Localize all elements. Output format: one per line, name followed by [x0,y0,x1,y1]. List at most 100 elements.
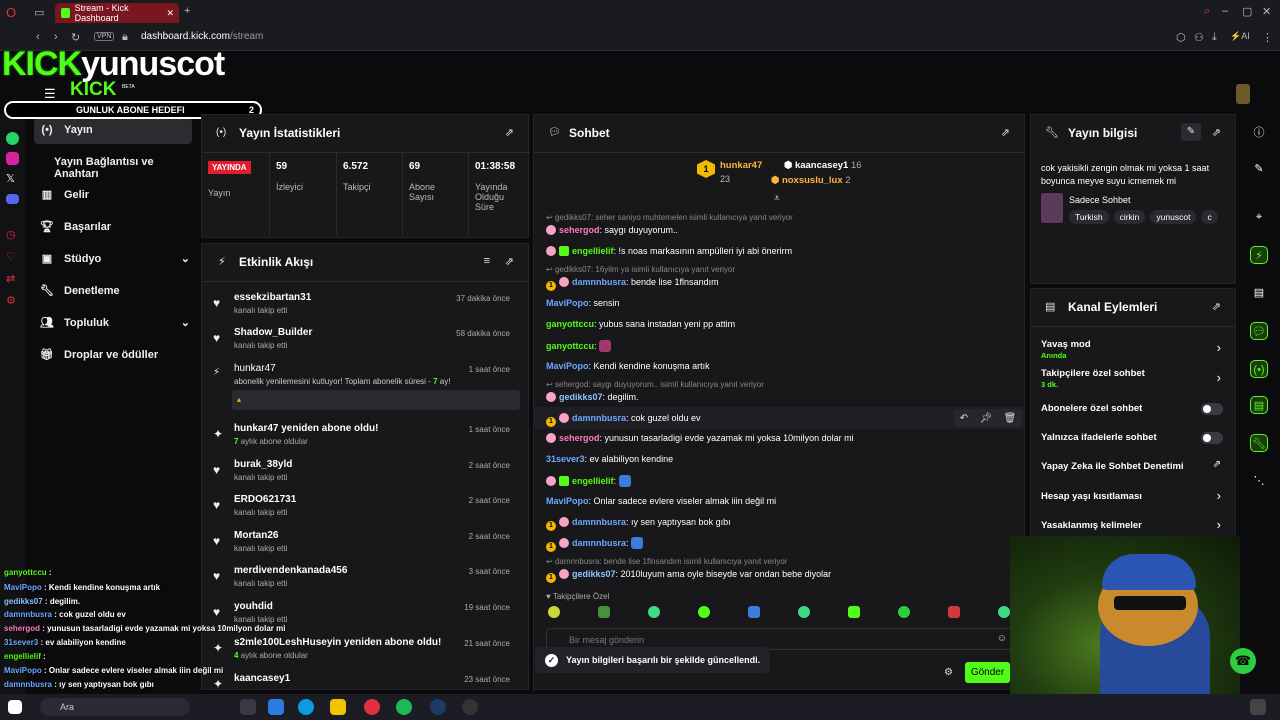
action-banned-words[interactable]: Yasaklanmış kelimeler [1041,520,1142,531]
download-icon[interactable]: ⤓ [1212,31,1217,44]
sidebar-item-gelir[interactable]: ▥ Gelir [40,188,89,202]
pinboard-icon[interactable]: ⇄ [6,272,15,285]
support-chat-icon[interactable]: ☎ [1230,648,1256,674]
popout-icon[interactable]: ⇗ [1212,126,1221,139]
tab-close-icon[interactable]: ✕ [166,8,174,19]
emote-icon[interactable] [548,606,560,618]
mail-icon[interactable] [268,699,284,715]
chat-message[interactable]: 1 damnnbusra: [546,537,644,552]
obs-icon[interactable] [462,699,478,715]
emote-icon[interactable] [598,606,610,618]
action-followers-only[interactable]: Takipçilere özel sohbet 3 dk. [1041,368,1145,389]
chevron-right-icon[interactable]: › [1217,517,1221,532]
chat-message[interactable]: engellielif: !s noas markasının ampüller… [546,246,792,256]
steam-icon[interactable] [430,699,446,715]
action-slow-mode[interactable]: Yavaş mod Anında [1041,339,1091,360]
popout-icon[interactable]: ⇗ [505,126,514,139]
tag[interactable]: cirkin [1113,210,1146,224]
opera-logo-icon[interactable]: O [6,5,16,20]
task-view-icon[interactable] [240,699,256,715]
whatsapp-icon[interactable] [6,132,19,145]
forward-icon[interactable]: › [54,31,58,43]
instagram-icon[interactable] [6,152,19,165]
chat-message[interactable]: MaviPopo: Kendi kendine konuşma artık [546,361,710,371]
actions-icon[interactable]: ▤ [1250,396,1268,414]
tag[interactable]: yunuscot [1150,210,1197,224]
avatar[interactable] [1236,84,1250,104]
popout-icon[interactable]: ⇗ [505,255,514,268]
vpn-badge[interactable]: VPN [94,32,115,41]
reply-icon[interactable]: ↶ [960,413,968,424]
chat-message[interactable]: sehergod: saygı duyuyorum.. [546,225,678,235]
tab-kick-dashboard[interactable]: Stream - Kick Dashboard ✕ [55,3,179,23]
chat-message[interactable]: ganyottccu: [546,340,612,352]
notes-icon[interactable]: ▤ [1250,284,1268,302]
popout-icon[interactable]: ⇗ [1001,126,1010,139]
leader-first[interactable]: hunkar47 [720,160,762,171]
ai-button[interactable]: ⚡AI [1230,31,1250,42]
back-icon[interactable]: ‹ [36,31,40,43]
info-icon[interactable]: ⓘ [1250,124,1268,142]
emote-icon[interactable] [648,606,660,618]
emoji-icon[interactable]: ☺ [997,633,1007,644]
notifications-icon[interactable] [1250,699,1266,715]
new-tab-icon[interactable]: + [184,5,190,17]
emote-icon[interactable] [698,606,710,618]
search-tabs-icon[interactable]: ⌕ [1204,5,1210,18]
spotify-icon[interactable] [396,699,412,715]
edit-icon[interactable]: ✎ [1250,160,1268,178]
sidebar-item-topluluk[interactable]: 👥︎ Topluluk ⌄ [40,316,190,330]
tag[interactable]: Turkish [1069,210,1109,224]
emote-icon[interactable] [798,606,810,618]
profile-icon[interactable]: ⚇ [1194,31,1204,44]
sidebar-item-stream-key[interactable]: Yayın Bağlantısı ve Anahtarı [54,156,198,180]
chevron-right-icon[interactable]: › [1217,488,1221,503]
chat-message[interactable]: MaviPopo: Onlar sadece evlere viseler al… [546,496,776,506]
reload-icon[interactable]: ↻ [71,31,80,44]
filter-icon[interactable]: ≡ [484,255,490,267]
minimize-icon[interactable]: – [1222,5,1228,17]
menu-icon[interactable]: ⋮ [1262,31,1273,44]
emote-icon[interactable] [898,606,910,618]
pin-icon[interactable]: 📌︎ [979,413,992,424]
chevron-right-icon[interactable]: › [1217,370,1221,385]
popout-icon[interactable]: ⇗ [1212,300,1221,313]
settings-icon[interactable]: ⚙ [6,294,16,307]
bolt-icon[interactable]: ⚡︎ [1250,246,1268,264]
external-link-icon[interactable]: ⇗ [1213,459,1221,470]
extensions-icon[interactable]: ⬡ [1176,31,1186,44]
tag[interactable]: c [1201,210,1218,224]
subs-only-toggle[interactable] [1201,403,1223,415]
opera-icon[interactable] [364,699,380,715]
share-icon[interactable]: ⋱ [1250,472,1268,490]
chat-message-hovered[interactable]: 1 damnnbusra: cok guzel oldu ev ↶ 📌︎ 🗑︎ [534,407,1024,429]
emote-icon[interactable] [748,606,760,618]
chevron-right-icon[interactable]: › [1217,340,1221,355]
sidebar-item-basarilar[interactable]: 🏆︎ Başarılar [40,220,111,234]
list-item[interactable]: ⚡︎ hunkar47 abonelik yenilemesini kutluyor… [202,363,522,413]
windows-start-icon[interactable] [8,700,22,714]
chat-message[interactable]: 31sever3: ev alabiliyon kendine [546,454,673,464]
hamburger-icon[interactable]: ☰ [44,86,56,102]
chat-message[interactable]: 1 damnnbusra: bende lise 1flnsandım [546,277,719,291]
history-icon[interactable]: ◷ [6,228,16,241]
action-account-age[interactable]: Hesap yaşı kısıtlaması [1041,491,1142,502]
capture-icon[interactable]: ⌖ [1250,208,1268,226]
sidebar-item-denetleme[interactable]: 🔧︎ Denetleme [40,284,120,298]
chat-message[interactable]: engellielif: [546,475,631,487]
leader-second[interactable]: ⬢ kaancasey1 16 [784,160,862,171]
send-button[interactable]: Gönder [965,662,1010,683]
edit-icon[interactable]: ✎ [1181,123,1201,141]
edge-icon[interactable] [298,699,314,715]
taskbar-search[interactable]: Ara [40,698,190,716]
url-field[interactable]: dashboard.kick.com/stream [141,31,263,42]
chat-message[interactable]: gedikks07: degilim. [546,392,639,402]
workspaces-icon[interactable]: ▭ [34,6,44,19]
sidebar-item-studyo[interactable]: ▣ Stüdyo ⌄ [40,252,190,266]
delete-icon[interactable]: 🗑︎ [1004,413,1017,424]
emote-icon[interactable] [848,606,860,618]
chat-bubble-icon[interactable]: 💬︎ [1250,322,1268,340]
action-ai-moderation[interactable]: Yapay Zeka ile Sohbet Denetimi [1041,461,1184,472]
x-icon[interactable]: 𝕏 [6,172,15,185]
maximize-icon[interactable]: ▢ [1242,5,1252,18]
